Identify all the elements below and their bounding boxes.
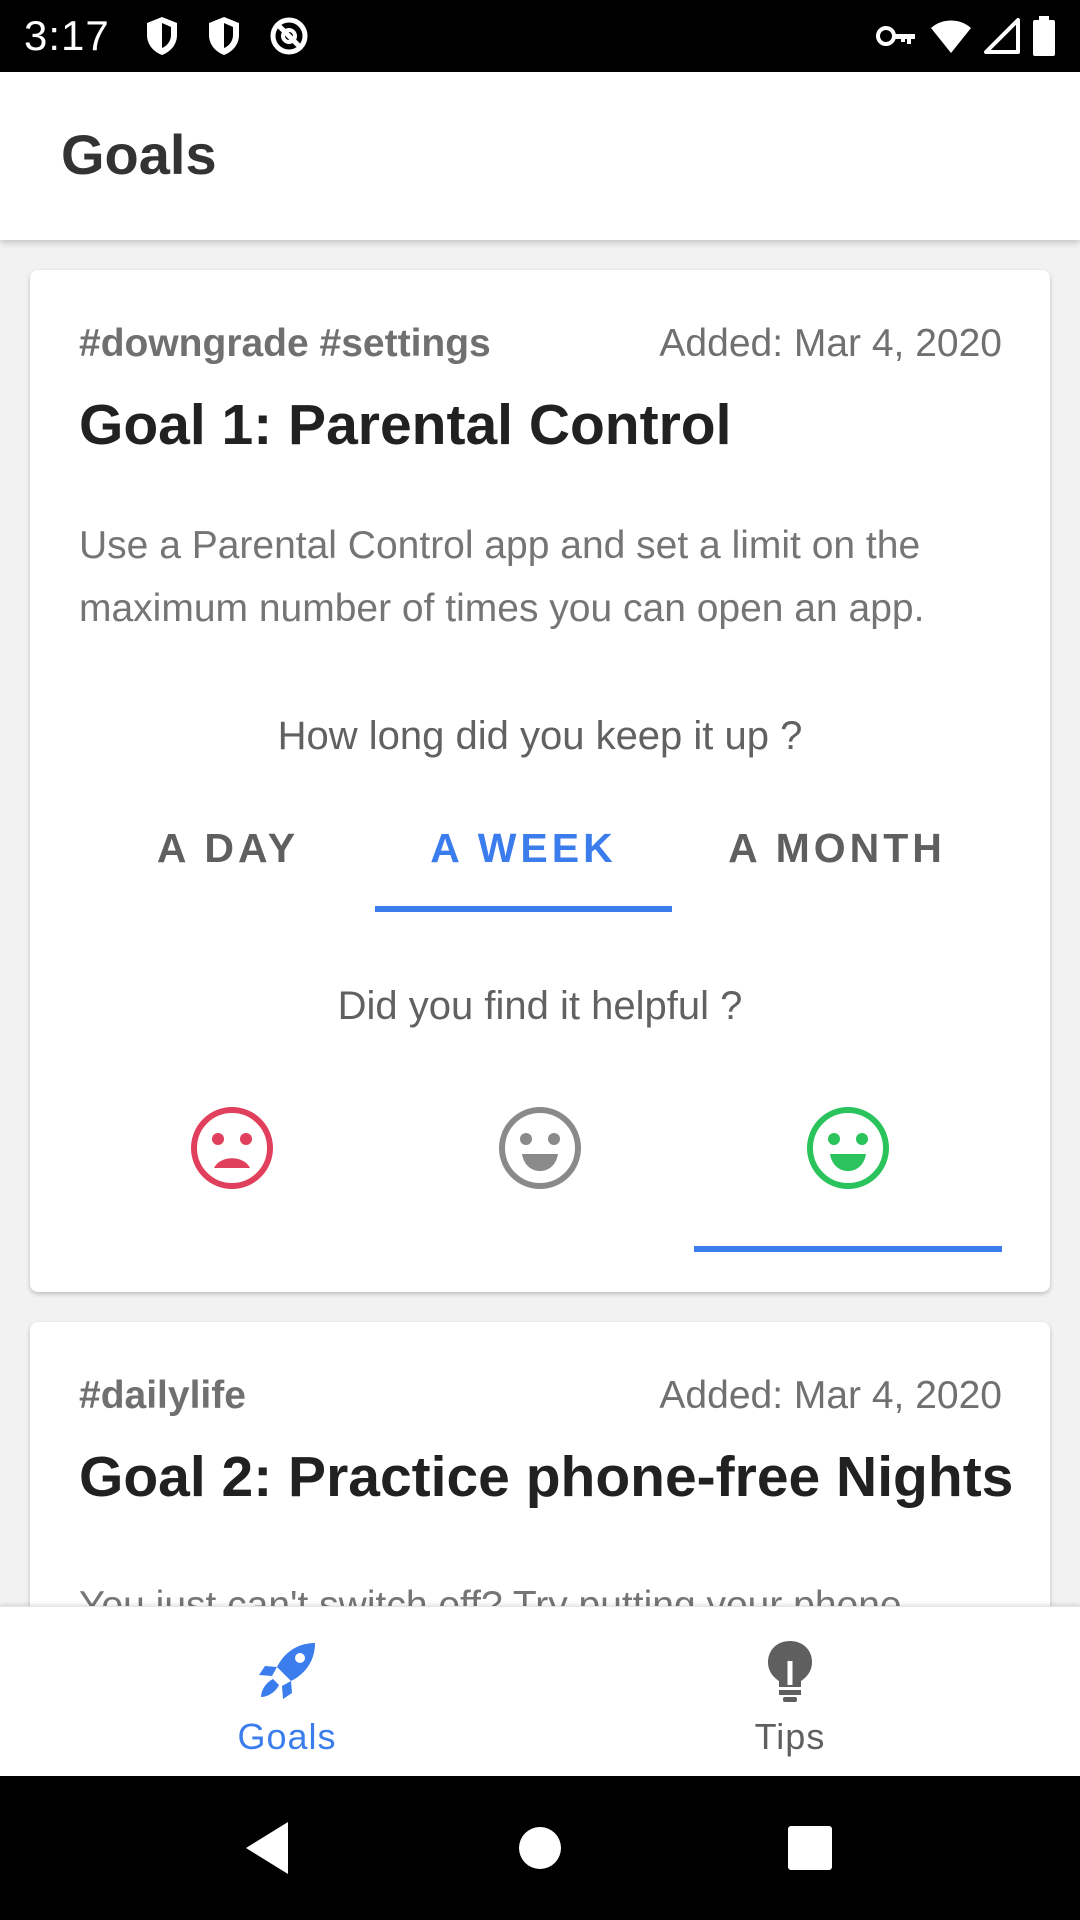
duration-tabs: A DAY A WEEK A MONTH	[30, 818, 1050, 900]
nav-item-tips[interactable]: Tips	[520, 1607, 1060, 1777]
goal-added-date: Added: Mar 4, 2020	[659, 322, 1002, 365]
rocket-icon	[255, 1639, 319, 1708]
neutral-face-icon	[496, 1104, 584, 1197]
goal-tags: #dailylife	[79, 1374, 246, 1417]
duration-question: How long did you keep it up ?	[277, 714, 803, 758]
duration-tab-indicator	[375, 906, 672, 912]
rating-neutral-button[interactable]	[386, 1104, 694, 1224]
status-time: 3:17	[24, 12, 110, 59]
home-icon[interactable]	[518, 1820, 562, 1881]
vpn-key-icon	[876, 24, 918, 48]
status-notification-icons	[144, 15, 310, 57]
helpful-rating-tabs	[30, 1104, 1050, 1244]
helpful-question: Did you find it helpful ?	[337, 984, 743, 1028]
status-system-icons	[876, 16, 1056, 56]
goal-added-date: Added: Mar 4, 2020	[659, 1374, 1002, 1417]
duration-tab-month[interactable]: A MONTH	[672, 818, 1002, 900]
status-bar: 3:17	[0, 0, 1080, 72]
goal-tags: #downgrade #settings	[79, 322, 491, 365]
goal-title: Goal 1: Parental Control	[79, 393, 732, 457]
app-bar: Goals	[0, 72, 1080, 240]
battery-icon	[1032, 16, 1056, 56]
nav-label-tips: Tips	[754, 1716, 826, 1757]
wifi-icon	[930, 18, 972, 54]
recents-icon[interactable]	[786, 1820, 834, 1881]
page-title: Goals	[61, 123, 217, 186]
no-sync-icon	[268, 15, 310, 57]
shield-icon	[206, 15, 242, 57]
goal-description: Use a Parental Control app and set a lim…	[79, 524, 925, 630]
goals-list[interactable]: #downgrade #settings Added: Mar 4, 2020 …	[0, 240, 1080, 1606]
bottom-navigation: Goals Tips	[0, 1606, 1080, 1776]
goal-title: Goal 2: Practice phone-free Nights	[79, 1445, 1014, 1509]
goal-card: #downgrade #settings Added: Mar 4, 2020 …	[30, 270, 1050, 1292]
lightbulb-icon	[765, 1639, 815, 1708]
signal-icon	[984, 18, 1020, 54]
sad-face-icon	[188, 1104, 276, 1197]
screen: 3:17 Goals #downgrade #settings Added: M…	[0, 0, 1080, 1920]
system-navigation-bar	[0, 1776, 1080, 1920]
nav-item-goals[interactable]: Goals	[0, 1607, 574, 1777]
back-icon[interactable]	[244, 1820, 292, 1881]
nav-label-goals: Goals	[237, 1716, 337, 1757]
shield-icon	[144, 15, 180, 57]
rating-happy-button[interactable]	[694, 1104, 1002, 1224]
happy-face-icon	[804, 1104, 892, 1197]
rating-tab-indicator	[694, 1246, 1002, 1252]
duration-tab-day[interactable]: A DAY	[78, 818, 378, 900]
duration-tab-week[interactable]: A WEEK	[375, 818, 672, 900]
goal-card: #dailylife Added: Mar 4, 2020 Goal 2: Pr…	[30, 1322, 1050, 1606]
rating-sad-button[interactable]	[78, 1104, 386, 1224]
goal-description: You just can't switch off? Try putting y…	[79, 1584, 902, 1606]
